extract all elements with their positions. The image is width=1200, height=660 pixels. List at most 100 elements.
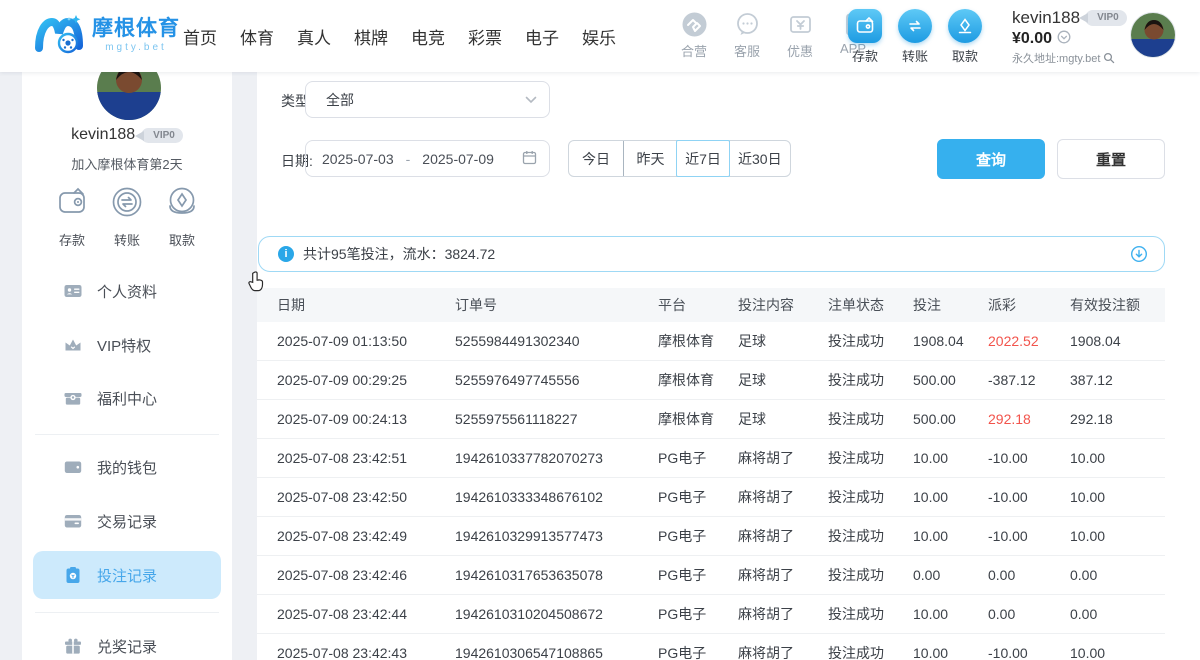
sidebar-deposit-button[interactable]: 存款 bbox=[53, 182, 91, 249]
calendar-icon bbox=[522, 150, 537, 168]
wallet-icon bbox=[63, 457, 83, 477]
cell-date: 2025-07-08 23:42:50 bbox=[277, 489, 455, 505]
range-today-button[interactable]: 今日 bbox=[569, 141, 623, 176]
sidebar-withdraw-button[interactable]: 取款 bbox=[163, 182, 201, 249]
bet-records-table: 日期 订单号 平台 投注内容 注单状态 投注 派彩 有效投注额 2025-07-… bbox=[257, 288, 1165, 660]
sidebar-item-label: 个人资料 bbox=[97, 281, 157, 302]
cell-date: 2025-07-08 23:42:43 bbox=[277, 645, 455, 660]
header-deposit-button[interactable]: 存款 bbox=[847, 9, 883, 65]
promo-link[interactable]: 优惠 bbox=[780, 11, 820, 60]
nav-item-home[interactable]: 首页 bbox=[183, 24, 217, 49]
sidebar-item-label: VIP特权 bbox=[97, 335, 151, 356]
cell-status: 投注成功 bbox=[828, 565, 913, 585]
range-last7days-button[interactable]: 近7日 bbox=[676, 140, 730, 177]
cell-payout: -387.12 bbox=[988, 372, 1070, 388]
cell-platform: PG电子 bbox=[658, 604, 738, 624]
support-link[interactable]: 客服 bbox=[727, 11, 767, 60]
col-payout: 派彩 bbox=[988, 295, 1070, 315]
search-icon[interactable] bbox=[1103, 52, 1115, 68]
cell-status: 投注成功 bbox=[828, 643, 913, 660]
partnership-label: 合营 bbox=[681, 41, 707, 60]
cell-platform: PG电子 bbox=[658, 526, 738, 546]
reset-button[interactable]: 重置 bbox=[1057, 139, 1165, 179]
col-order: 订单号 bbox=[455, 295, 658, 315]
summary-text: 共计95笔投注，流水：3824.72 bbox=[303, 244, 1130, 264]
cell-bet: 10.00 bbox=[913, 645, 988, 660]
table-row: 2025-07-09 00:24:13 5255975561118227 摩根体… bbox=[257, 400, 1165, 439]
nav-item-lottery[interactable]: 彩票 bbox=[468, 24, 502, 49]
range-yesterday-button[interactable]: 昨天 bbox=[623, 141, 677, 176]
col-date: 日期 bbox=[277, 295, 455, 315]
chevron-down-icon bbox=[525, 91, 537, 109]
cell-order: 1942610317653635078 bbox=[455, 567, 658, 583]
cell-platform: 摩根体育 bbox=[658, 370, 738, 390]
vip-badge: VIP0 bbox=[1085, 10, 1127, 26]
type-select[interactable]: 全部 bbox=[305, 81, 550, 118]
cell-valid: 292.18 bbox=[1070, 411, 1163, 427]
nav-item-sports[interactable]: 体育 bbox=[240, 24, 274, 49]
nav-item-cards[interactable]: 棋牌 bbox=[354, 24, 388, 49]
transactions-icon bbox=[63, 511, 83, 531]
avatar-image bbox=[1131, 13, 1176, 58]
main-nav: 首页 体育 真人 棋牌 电竞 彩票 电子 娱乐 bbox=[183, 0, 616, 72]
balance-refresh-icon[interactable] bbox=[1057, 30, 1071, 49]
sidebar-item-wallet[interactable]: 我的钱包 bbox=[33, 443, 221, 491]
cell-bet: 500.00 bbox=[913, 372, 988, 388]
cell-date: 2025-07-09 00:24:13 bbox=[277, 411, 455, 427]
query-button[interactable]: 查询 bbox=[937, 139, 1045, 179]
cell-platform: PG电子 bbox=[658, 643, 738, 660]
sidebar-item-vip[interactable]: VIP特权 bbox=[33, 321, 221, 369]
sidebar-wallet-actions: 存款 转账 取款 bbox=[22, 182, 232, 249]
cell-content: 麻将胡了 bbox=[738, 487, 828, 507]
nav-item-esports[interactable]: 电竞 bbox=[411, 24, 445, 49]
cell-status: 投注成功 bbox=[828, 370, 913, 390]
cell-bet: 10.00 bbox=[913, 606, 988, 622]
sidebar-transfer-button[interactable]: 转账 bbox=[108, 182, 146, 249]
sidebar-divider bbox=[35, 434, 219, 435]
cell-date: 2025-07-08 23:42:51 bbox=[277, 450, 455, 466]
promo-icon bbox=[787, 11, 814, 38]
header-avatar[interactable] bbox=[1130, 12, 1176, 58]
header-transfer-button[interactable]: 转账 bbox=[897, 9, 933, 65]
cell-order: 1942610306547108865 bbox=[455, 645, 658, 660]
nav-item-live[interactable]: 真人 bbox=[297, 24, 331, 49]
main-content: 类型: 全部 日期: 2025-07-03 - 2025-07-09 今日 昨天… bbox=[257, 72, 1200, 660]
partnership-link[interactable]: 合营 bbox=[674, 11, 714, 60]
cell-order: 5255984491302340 bbox=[455, 333, 658, 349]
cell-order: 1942610329913577473 bbox=[455, 528, 658, 544]
cell-content: 麻将胡了 bbox=[738, 604, 828, 624]
sidebar-item-profile[interactable]: 个人资料 bbox=[33, 267, 221, 315]
cell-valid: 10.00 bbox=[1070, 450, 1163, 466]
logo-title: 摩根体育 bbox=[92, 18, 180, 39]
cell-valid: 1908.04 bbox=[1070, 333, 1163, 349]
nav-item-slots[interactable]: 电子 bbox=[525, 24, 559, 49]
range-last30days-button[interactable]: 近30日 bbox=[729, 141, 790, 176]
cell-platform: PG电子 bbox=[658, 565, 738, 585]
sidebar-transfer-label: 转账 bbox=[114, 230, 140, 249]
header-withdraw-label: 取款 bbox=[952, 46, 978, 65]
cell-date: 2025-07-08 23:42:44 bbox=[277, 606, 455, 622]
cell-date: 2025-07-09 01:13:50 bbox=[277, 333, 455, 349]
date-range-picker[interactable]: 2025-07-03 - 2025-07-09 bbox=[305, 140, 550, 177]
cell-payout: 0.00 bbox=[988, 606, 1070, 622]
sidebar-divider bbox=[35, 612, 219, 613]
cell-status: 投注成功 bbox=[828, 604, 913, 624]
bet-records-icon bbox=[63, 565, 83, 585]
header-wallet-actions: 存款 转账 取款 bbox=[847, 9, 983, 65]
cell-content: 足球 bbox=[738, 409, 828, 429]
sidebar-item-label: 福利中心 bbox=[97, 388, 157, 409]
partnership-icon bbox=[681, 11, 708, 38]
sidebar-item-welfare[interactable]: 福利中心 bbox=[33, 374, 221, 422]
header-withdraw-button[interactable]: 取款 bbox=[947, 9, 983, 65]
expand-circle-icon[interactable] bbox=[1130, 245, 1148, 263]
sidebar-item-redeem-records[interactable]: 兑奖记录 bbox=[33, 622, 221, 660]
cell-valid: 387.12 bbox=[1070, 372, 1163, 388]
welfare-icon bbox=[63, 388, 83, 408]
site-logo[interactable]: 摩根体育 mgty.bet bbox=[34, 10, 180, 60]
sidebar-item-bet-records[interactable]: 投注记录 bbox=[33, 551, 221, 599]
sidebar-deposit-label: 存款 bbox=[59, 230, 85, 249]
sidebar-item-transactions[interactable]: 交易记录 bbox=[33, 497, 221, 545]
cell-content: 麻将胡了 bbox=[738, 448, 828, 468]
nav-item-entertainment[interactable]: 娱乐 bbox=[582, 24, 616, 49]
withdraw-icon bbox=[162, 182, 202, 222]
